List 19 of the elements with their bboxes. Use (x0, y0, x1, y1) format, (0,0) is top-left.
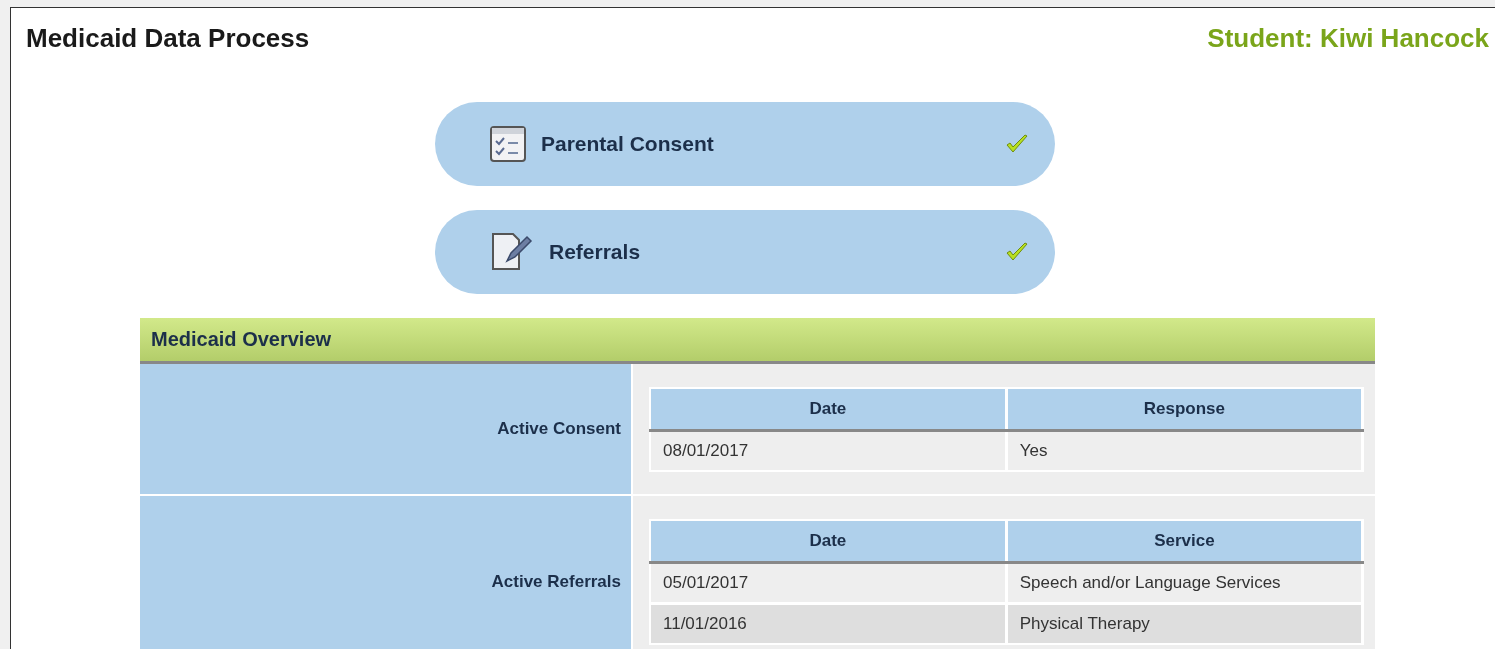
table-cell: Physical Therapy (1006, 603, 1363, 644)
document-pencil-icon (489, 231, 535, 273)
checklist-icon (489, 124, 527, 164)
column-header: Response (1006, 388, 1363, 431)
section-header: Medicaid Overview (140, 318, 1375, 364)
step-button[interactable]: Referrals (435, 210, 1055, 294)
page-title: Medicaid Data Process (26, 23, 310, 54)
step-button[interactable]: Parental Consent (435, 102, 1055, 186)
student-name: Student: Kiwi Hancock (1207, 23, 1489, 54)
column-header: Date (650, 520, 1007, 563)
table-cell: Speech and/or Language Services (1006, 562, 1363, 604)
table-cell: Yes (1006, 430, 1363, 471)
table-cell: 11/01/2016 (650, 603, 1007, 644)
table-cell: 08/01/2017 (650, 430, 1007, 471)
row-label: Active Consent (497, 419, 621, 439)
column-header: Date (650, 388, 1007, 431)
row-label: Active Referrals (491, 571, 621, 592)
table-cell: 05/01/2017 (650, 562, 1007, 604)
column-header: Service (1006, 520, 1363, 563)
